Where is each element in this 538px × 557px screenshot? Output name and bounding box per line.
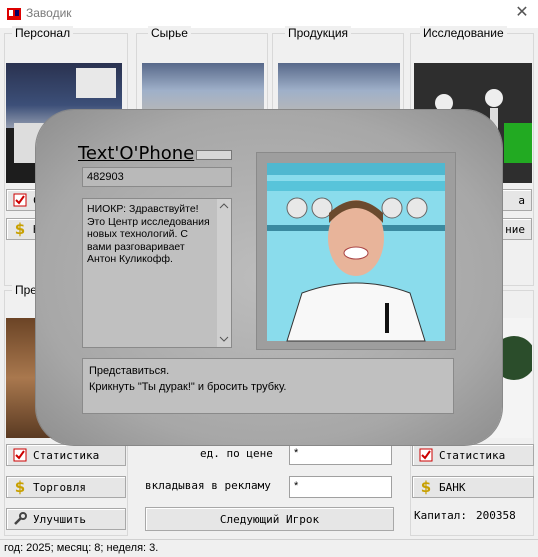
stats-button-right[interactable]: Статистика xyxy=(412,444,534,466)
dollar-icon: $ xyxy=(420,478,432,496)
price-label: ед. по цене xyxy=(200,447,273,460)
next-player-button[interactable]: Следующий Игрок xyxy=(145,507,394,531)
capital-value: 200358 xyxy=(476,509,516,522)
research-button-1-label: а xyxy=(518,193,525,207)
ads-label: вкладывая в рекламу xyxy=(145,479,271,492)
stats-icon xyxy=(418,447,434,463)
stats-button-left[interactable]: Статистика xyxy=(6,444,126,466)
app-icon xyxy=(6,6,22,22)
dialog-option-hangup[interactable]: Крикнуть "Ты дурак!" и бросить трубку. xyxy=(89,379,447,395)
raw-image xyxy=(142,63,264,113)
dialog-mini-button[interactable] xyxy=(196,150,232,160)
research-label: Исследование xyxy=(420,26,507,40)
status-bar: год: 2025; месяц: 8; неделя: 3. xyxy=(0,539,538,557)
stats-button-left-label: Статистика xyxy=(33,448,100,462)
phone-number-field[interactable]: 482903 xyxy=(82,167,232,187)
wrench-icon xyxy=(12,511,28,527)
raw-label: Сырье xyxy=(148,26,191,40)
improve-button-label: Улучшить xyxy=(33,512,86,526)
close-icon[interactable]: ✕ xyxy=(512,3,532,23)
trade-button[interactable]: $ Торговля xyxy=(6,476,126,498)
dialog-option-introduce[interactable]: Представиться. xyxy=(89,363,447,379)
improve-button[interactable]: Улучшить xyxy=(6,508,126,530)
stats-button-right-label: Статистика xyxy=(439,448,506,462)
title-bar xyxy=(0,0,538,28)
dialog-title: Text'O'Phone xyxy=(78,143,195,164)
stats-icon xyxy=(12,192,28,208)
message-scrollbar[interactable] xyxy=(217,199,231,347)
caller-photo xyxy=(256,152,456,350)
ads-input[interactable]: * xyxy=(289,476,392,498)
personnel-label: Персонал xyxy=(12,26,74,40)
capital-label: Капитал: xyxy=(414,509,467,522)
trade-button-label: Торговля xyxy=(33,480,86,494)
dialog-message: НИОКР: Здравствуйте! Это Центр исследова… xyxy=(82,198,232,348)
window-title: Заводик xyxy=(26,6,72,20)
bank-button[interactable]: $ БАНК xyxy=(412,476,534,498)
research-button-2-label: ние xyxy=(505,222,525,236)
bank-button-label: БАНК xyxy=(439,480,466,494)
products-label: Продукция xyxy=(285,26,352,40)
dollar-icon: $ xyxy=(14,478,26,496)
dollar-icon: $ xyxy=(14,220,26,238)
price-input[interactable]: * xyxy=(289,443,392,465)
stats-icon xyxy=(12,447,28,463)
dialog-options: Представиться. Крикнуть "Ты дурак!" и бр… xyxy=(82,358,454,414)
products-image xyxy=(278,63,400,113)
